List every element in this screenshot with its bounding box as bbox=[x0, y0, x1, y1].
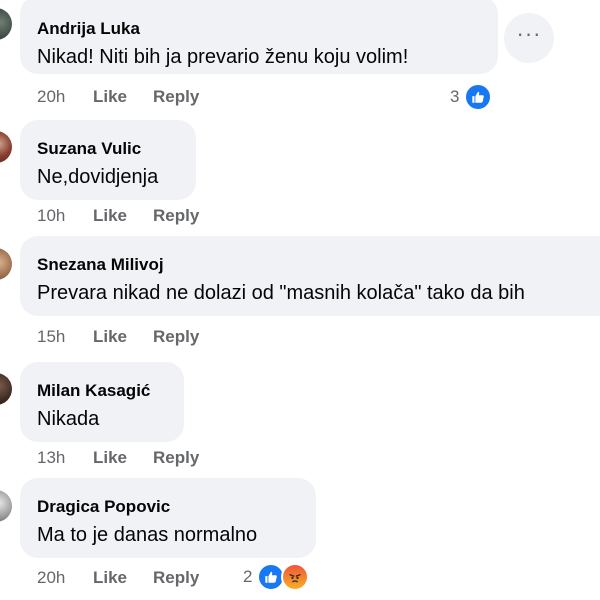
comment-timestamp[interactable]: 20h bbox=[37, 85, 65, 109]
comment-timestamp[interactable]: 13h bbox=[37, 446, 65, 470]
comment-bubble: Andrija Luka Nikad! Niti bih ja prevario… bbox=[20, 0, 498, 74]
like-button[interactable]: Like bbox=[93, 325, 127, 349]
reply-button[interactable]: Reply bbox=[153, 204, 199, 228]
avatar[interactable] bbox=[0, 131, 12, 163]
like-button[interactable]: Like bbox=[93, 566, 127, 590]
comment-bubble: Suzana Vulic Ne,dovidjenja bbox=[20, 120, 196, 200]
comment-bubble: Snezana Milivoj Prevara nikad ne dolazi … bbox=[20, 236, 600, 316]
reply-button[interactable]: Reply bbox=[153, 566, 199, 590]
like-reaction-icon bbox=[464, 83, 492, 111]
comments-section: Andrija Luka Nikad! Niti bih ja prevario… bbox=[0, 0, 600, 600]
comment-timestamp[interactable]: 20h bbox=[37, 566, 65, 590]
comment-timestamp[interactable]: 10h bbox=[37, 204, 65, 228]
comment-author[interactable]: Andrija Luka bbox=[37, 18, 480, 40]
reply-button[interactable]: Reply bbox=[153, 85, 199, 109]
avatar[interactable] bbox=[0, 8, 12, 40]
more-options-button[interactable]: ··· bbox=[504, 13, 554, 63]
avatar[interactable] bbox=[0, 373, 12, 405]
comment-author[interactable]: Dragica Popovic bbox=[37, 496, 298, 518]
comment-bubble: Milan Kasagić Nikada bbox=[20, 362, 184, 442]
reply-button[interactable]: Reply bbox=[153, 446, 199, 470]
comment-bubble: Dragica Popovic Ma to je danas normalno bbox=[20, 478, 316, 558]
like-button[interactable]: Like bbox=[93, 85, 127, 109]
comment-author[interactable]: Milan Kasagić bbox=[37, 380, 166, 402]
reaction-count: 2 bbox=[243, 567, 253, 586]
comment-timestamp[interactable]: 15h bbox=[37, 325, 65, 349]
comment-text: Prevara nikad ne dolazi od "masnih kolač… bbox=[37, 282, 525, 304]
comment-text: Ne,dovidjenja bbox=[37, 166, 159, 188]
comment-text: Nikada bbox=[37, 408, 100, 430]
comment-text: Nikad! Niti bih ja prevario ženu koju vo… bbox=[37, 46, 409, 68]
like-button[interactable]: Like bbox=[93, 204, 127, 228]
angry-reaction-icon bbox=[281, 563, 309, 591]
more-dots-icon: ··· bbox=[516, 21, 542, 46]
comment-text: Ma to je danas normalno bbox=[37, 524, 258, 546]
reply-button[interactable]: Reply bbox=[153, 325, 199, 349]
avatar[interactable] bbox=[0, 248, 12, 280]
reaction-count: 3 bbox=[450, 87, 460, 106]
comment-author[interactable]: Suzana Vulic bbox=[37, 138, 178, 160]
comment-author[interactable]: Snezana Milivoj bbox=[37, 254, 600, 276]
avatar[interactable] bbox=[0, 490, 12, 522]
like-button[interactable]: Like bbox=[93, 446, 127, 470]
